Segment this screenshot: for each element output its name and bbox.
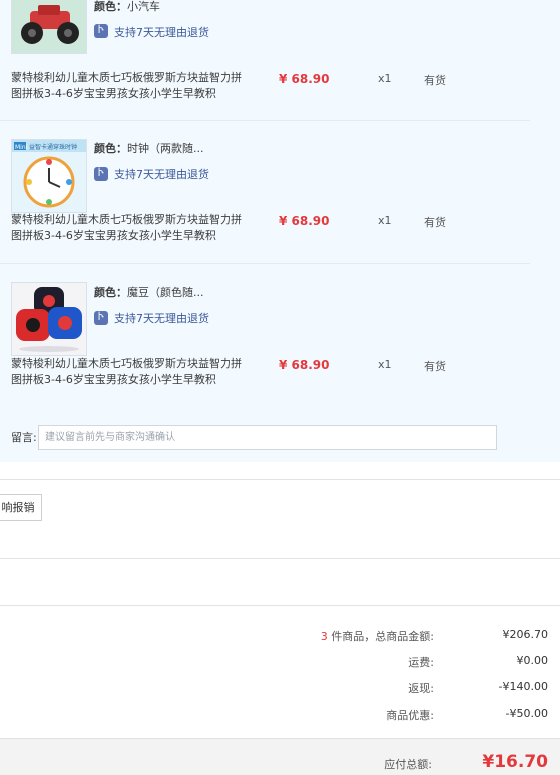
order-item: 颜色：魔豆（颜色随... Ⴡ 支持7天无理由退货 蒙特梭利幼儿童木质七巧板俄罗斯… bbox=[0, 267, 530, 407]
order-items-panel: 惯性四驱越野车 颜色：小汽车 Ⴡ 支持7天无理由退货 蒙特梭利幼儿童木质七巧板俄… bbox=[0, 0, 560, 462]
product-quantity: x1 bbox=[378, 214, 392, 227]
stock-status: 有货 bbox=[424, 360, 446, 373]
product-thumbnail[interactable] bbox=[11, 282, 87, 356]
product-quantity: x1 bbox=[378, 358, 392, 371]
section-divider bbox=[0, 558, 560, 559]
message-input[interactable] bbox=[38, 425, 497, 450]
product-price: ¥ 68.90 bbox=[279, 72, 330, 86]
attribute-label: 颜色： bbox=[94, 142, 127, 155]
return-policy-link[interactable]: 支持7天无理由退货 bbox=[114, 166, 209, 182]
section-divider bbox=[0, 479, 560, 480]
return-policy-icon: Ⴡ bbox=[94, 311, 108, 325]
stock-status: 有货 bbox=[424, 74, 446, 87]
cashback-value: -¥140.00 bbox=[498, 680, 548, 693]
product-title[interactable]: 蒙特梭利幼儿童木质七巧板俄罗斯方块益智力拼图拼板3-4-6岁宝宝男孩女孩小学生早… bbox=[11, 356, 251, 388]
attribute-color: 颜色：小汽车 bbox=[94, 0, 160, 14]
section-divider bbox=[0, 605, 560, 606]
item-divider bbox=[0, 263, 530, 264]
payable-bar: 应付总额: ¥16.70 bbox=[0, 738, 560, 775]
return-policy-icon: Ⴡ bbox=[94, 24, 108, 38]
order-item: 惯性四驱越野车 颜色：小汽车 Ⴡ 支持7天无理由退货 蒙特梭利幼儿童木质七巧板俄… bbox=[0, 0, 530, 120]
product-title[interactable]: 蒙特梭利幼儿童木质七巧板俄罗斯方块益智力拼图拼板3-4-6岁宝宝男孩女孩小学生早… bbox=[11, 70, 251, 102]
shipping-value: ¥0.00 bbox=[516, 654, 549, 667]
item-count-suffix: 件商品，总商品金额: bbox=[331, 630, 434, 643]
order-item: Mini 益智卡通穿珠时钟 颜色：时钟（两款随... Ⴡ 支持7天无理由退货 蒙… bbox=[0, 124, 530, 264]
invoice-button[interactable]: 响报销 bbox=[0, 494, 42, 521]
attribute-color: 颜色：魔豆（颜色随... bbox=[94, 284, 204, 300]
shipping-label: 运费: bbox=[408, 656, 434, 669]
item-divider bbox=[0, 120, 530, 121]
attribute-value: 小汽车 bbox=[127, 0, 160, 13]
toy-car-image: 惯性四驱越野车 bbox=[12, 0, 86, 53]
item-count: 3 bbox=[320, 630, 328, 643]
svg-text:Mini: Mini bbox=[15, 144, 28, 151]
discount-value: -¥50.00 bbox=[505, 707, 548, 720]
product-title[interactable]: 蒙特梭利幼儿童木质七巧板俄罗斯方块益智力拼图拼板3-4-6岁宝宝男孩女孩小学生早… bbox=[11, 212, 251, 244]
return-policy-icon: Ⴡ bbox=[94, 167, 108, 181]
cashback-label: 返现: bbox=[408, 682, 434, 695]
product-thumbnail[interactable]: 惯性四驱越野车 bbox=[11, 0, 87, 54]
payable-value: ¥16.70 bbox=[482, 752, 548, 772]
return-policy-link[interactable]: 支持7天无理由退货 bbox=[114, 310, 209, 326]
payable-label: 应付总额: bbox=[384, 758, 432, 771]
product-price: ¥ 68.90 bbox=[279, 358, 330, 372]
attribute-value: 魔豆（颜色随... bbox=[127, 286, 204, 299]
toy-clock-image: Mini 益智卡通穿珠时钟 bbox=[12, 140, 86, 212]
discount-label: 商品优惠: bbox=[386, 709, 434, 722]
attribute-value: 时钟（两款随... bbox=[127, 142, 204, 155]
product-thumbnail[interactable]: Mini 益智卡通穿珠时钟 bbox=[11, 139, 87, 213]
message-label: 留言: bbox=[11, 431, 37, 444]
attribute-color: 颜色：时钟（两款随... bbox=[94, 140, 204, 156]
attribute-label: 颜色： bbox=[94, 286, 127, 299]
attribute-label: 颜色： bbox=[94, 0, 127, 13]
goods-total-value: ¥206.70 bbox=[502, 628, 549, 641]
goods-total-label: 3 件商品，总商品金额: bbox=[321, 628, 434, 644]
product-quantity: x1 bbox=[378, 72, 392, 85]
product-price: ¥ 68.90 bbox=[279, 214, 330, 228]
return-policy-link[interactable]: 支持7天无理由退货 bbox=[114, 24, 209, 40]
svg-text:益智卡通穿珠时钟: 益智卡通穿珠时钟 bbox=[29, 143, 77, 151]
stock-status: 有货 bbox=[424, 216, 446, 229]
magic-bean-toy-image bbox=[12, 283, 86, 355]
